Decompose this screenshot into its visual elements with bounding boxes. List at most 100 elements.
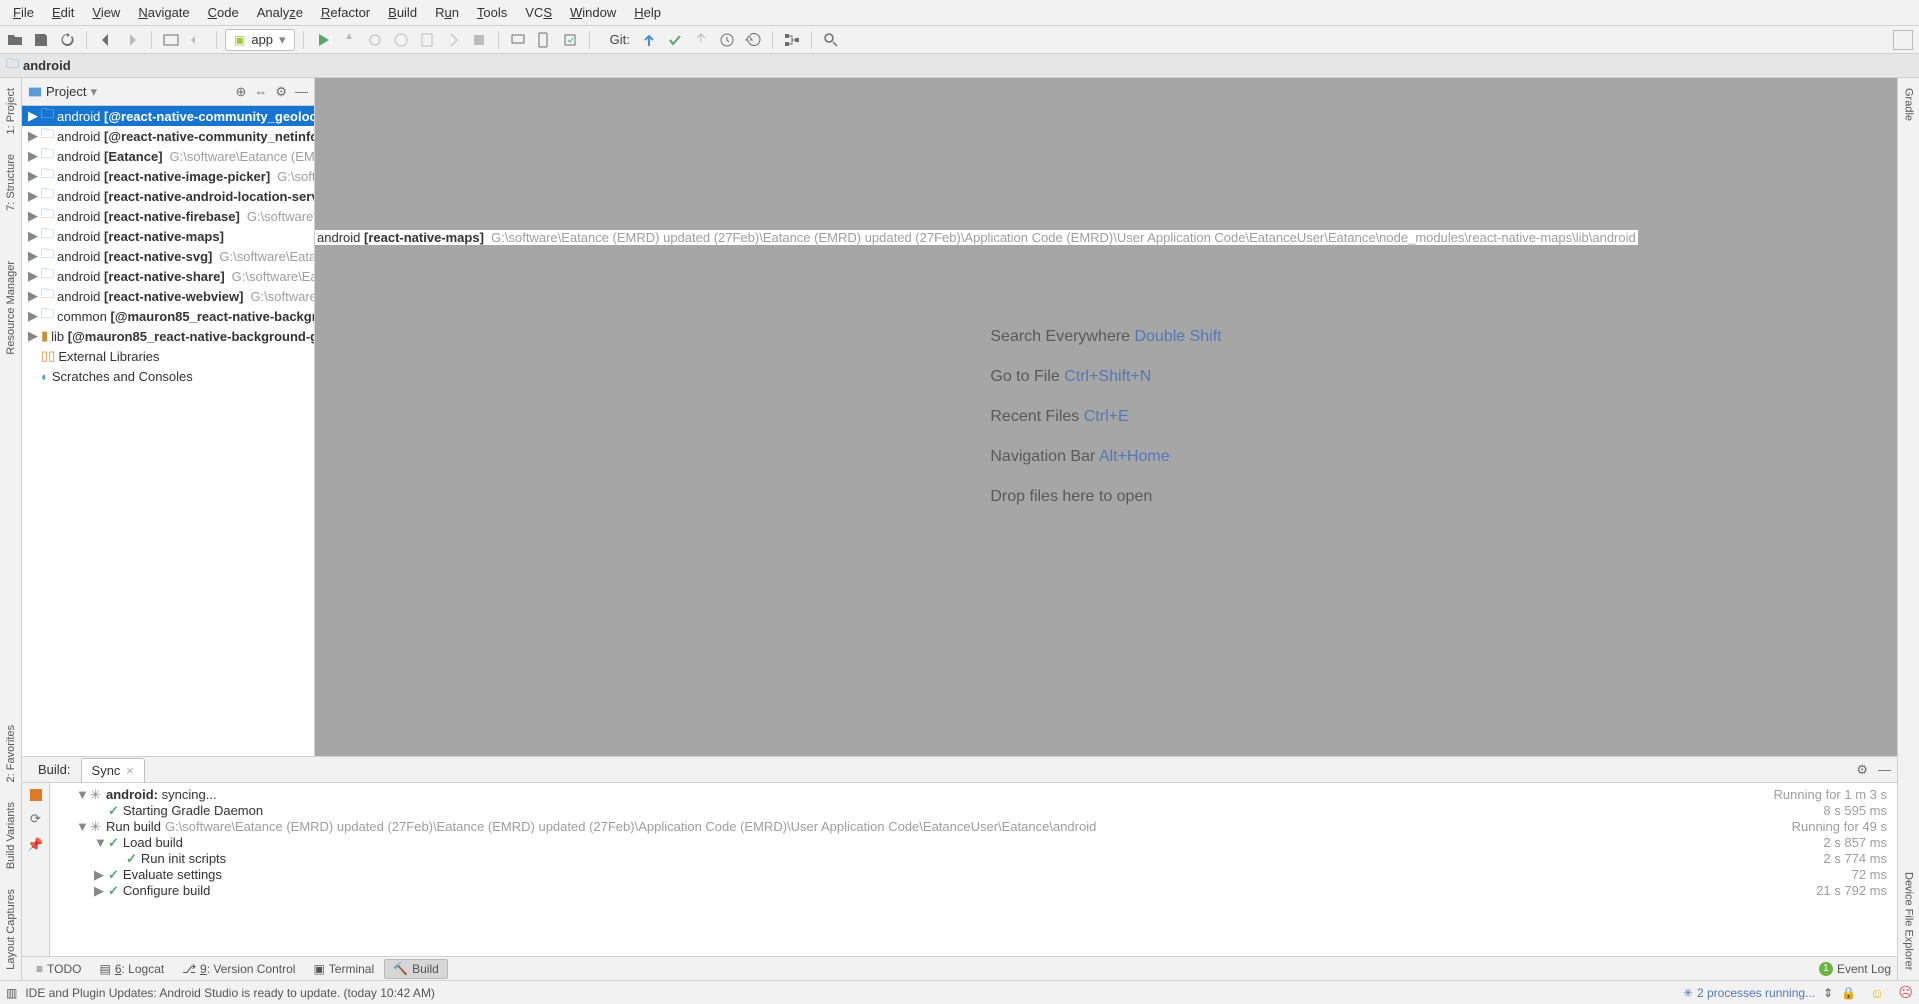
event-log-button[interactable]: 1 Event Log bbox=[1819, 962, 1891, 976]
git-push-icon[interactable] bbox=[690, 29, 712, 51]
expand-arrow-icon[interactable]: ▶ bbox=[28, 128, 38, 144]
build-output-tree[interactable]: ▼✳android: syncing...Running for 1 m 3 s… bbox=[50, 783, 1897, 956]
stop-build-icon[interactable] bbox=[30, 789, 42, 801]
hide-icon[interactable]: — bbox=[1878, 762, 1891, 778]
inspector-warn-icon[interactable]: ☹ bbox=[1898, 984, 1913, 1001]
project-tree-row[interactable]: ▶🗀android [@react-native-community_geolo… bbox=[22, 106, 314, 126]
collapse-icon[interactable]: ⇔ bbox=[254, 84, 267, 100]
status-bar-corner-icon[interactable]: ▥ bbox=[6, 986, 17, 1000]
project-tree-row[interactable]: ▶🗀android [react-native-webview]G:\softw… bbox=[22, 286, 314, 306]
pin-icon[interactable]: 📌 bbox=[27, 837, 43, 853]
expand-arrow-icon[interactable]: ▼ bbox=[76, 787, 86, 803]
project-tree-row[interactable]: ▶🗀android [@react-native-community_netin… bbox=[22, 126, 314, 146]
restart-icon[interactable]: ⟳ bbox=[30, 811, 41, 827]
processes-indicator[interactable]: ✳ 2 processes running... bbox=[1683, 986, 1815, 1000]
expand-arrow-icon[interactable]: ▼ bbox=[76, 819, 86, 835]
expand-arrow-icon[interactable]: ▶ bbox=[28, 148, 38, 164]
build-tab-build[interactable]: Build: bbox=[28, 758, 81, 781]
project-tree-row[interactable]: ▯▯External Libraries bbox=[22, 346, 314, 366]
tool-vcs[interactable]: ⎇9: Version Control bbox=[174, 960, 303, 978]
expand-arrow-icon[interactable]: ▶ bbox=[28, 328, 38, 344]
project-tree-row[interactable]: ▶🗀android [react-native-android-location… bbox=[22, 186, 314, 206]
debug-icon[interactable] bbox=[364, 29, 386, 51]
left-tab-layout-captures[interactable]: Layout Captures bbox=[5, 889, 17, 970]
menu-refactor[interactable]: Refactor bbox=[312, 3, 379, 22]
close-icon[interactable]: × bbox=[126, 763, 134, 778]
avd-icon[interactable] bbox=[507, 29, 529, 51]
menu-window[interactable]: Window bbox=[561, 3, 625, 22]
build-row[interactable]: ▼✳android: syncing... bbox=[56, 787, 1677, 803]
project-tree-row[interactable]: ▶🗀android [react-native-maps] bbox=[22, 226, 314, 246]
left-tab-build-variants[interactable]: Build Variants bbox=[5, 802, 17, 869]
expand-arrow-icon[interactable]: ▶ bbox=[28, 228, 38, 244]
left-tab-favorites[interactable]: 2: Favorites bbox=[5, 725, 17, 782]
build-row[interactable]: ▶✓Configure build bbox=[56, 883, 1677, 899]
layout-icon[interactable] bbox=[160, 29, 182, 51]
run-config-dropdown[interactable]: ▣ app ▾ bbox=[225, 29, 295, 51]
menu-view[interactable]: View bbox=[83, 3, 129, 22]
build-tab-sync[interactable]: Sync × bbox=[81, 758, 145, 782]
project-tree-row[interactable]: ▶🗀android [react-native-firebase]G:\soft… bbox=[22, 206, 314, 226]
project-panel-title[interactable]: Project bbox=[46, 84, 86, 99]
sync-icon[interactable] bbox=[56, 29, 78, 51]
sync-gradle-icon[interactable] bbox=[559, 29, 581, 51]
inspector-ok-icon[interactable]: ☺ bbox=[1870, 985, 1884, 1001]
updown-icon[interactable]: ⇕ bbox=[1823, 986, 1833, 1000]
back-icon[interactable] bbox=[95, 29, 117, 51]
tool-build[interactable]: 🔨Build bbox=[384, 959, 448, 979]
apply-changes-icon[interactable] bbox=[338, 29, 360, 51]
locate-icon[interactable]: ⊕ bbox=[235, 84, 246, 100]
gear-icon[interactable]: ⚙ bbox=[275, 84, 287, 100]
project-tree-row[interactable]: ◐Scratches and Consoles bbox=[22, 366, 314, 386]
git-revert-icon[interactable] bbox=[742, 29, 764, 51]
menu-code[interactable]: Code bbox=[199, 3, 248, 22]
open-icon[interactable] bbox=[4, 29, 26, 51]
profile-icon[interactable] bbox=[390, 29, 412, 51]
left-tab-project[interactable]: 1: Project bbox=[5, 88, 17, 134]
sdk-icon[interactable] bbox=[533, 29, 555, 51]
menu-edit[interactable]: Edit bbox=[43, 3, 83, 22]
menu-file[interactable]: File bbox=[4, 3, 43, 22]
project-tree-row[interactable]: ▶▮lib [@mauron85_react-native-background… bbox=[22, 326, 314, 346]
structure-icon[interactable] bbox=[781, 29, 803, 51]
expand-arrow-icon[interactable]: ▶ bbox=[28, 268, 38, 284]
chevron-down-icon[interactable]: ▾ bbox=[90, 84, 97, 100]
expand-arrow-icon[interactable]: ▶ bbox=[28, 248, 38, 264]
project-tree-row[interactable]: ▶🗀android [Eatance]G:\software\Eatance (… bbox=[22, 146, 314, 166]
build-row[interactable]: ▼✓Load build bbox=[56, 835, 1677, 851]
project-tree-row[interactable]: ▶🗀android [react-native-image-picker]G:\… bbox=[22, 166, 314, 186]
run-icon[interactable] bbox=[312, 29, 334, 51]
expand-arrow-icon[interactable]: ▶ bbox=[28, 308, 38, 324]
project-tree[interactable]: ▶🗀android [@react-native-community_geolo… bbox=[22, 106, 314, 756]
navigation-bar[interactable]: 🗀 android bbox=[0, 54, 1919, 78]
expand-arrow-icon[interactable]: ▶ bbox=[94, 867, 104, 883]
menu-help[interactable]: Help bbox=[625, 3, 670, 22]
lock-icon[interactable]: 🔒 bbox=[1841, 986, 1856, 1000]
menu-analyze[interactable]: Analyze bbox=[248, 3, 312, 22]
build-row[interactable]: ✓Starting Gradle Daemon bbox=[56, 803, 1677, 819]
menu-tools[interactable]: Tools bbox=[468, 3, 516, 22]
expand-arrow-icon[interactable]: ▶ bbox=[28, 288, 38, 304]
expand-arrow-icon[interactable]: ▶ bbox=[28, 188, 38, 204]
git-history-icon[interactable] bbox=[716, 29, 738, 51]
forward-icon[interactable] bbox=[121, 29, 143, 51]
breadcrumb-item[interactable]: android bbox=[23, 58, 71, 73]
menu-vcs[interactable]: VCS bbox=[516, 3, 561, 22]
tool-todo[interactable]: ≡TODO bbox=[28, 960, 89, 978]
menu-navigate[interactable]: Navigate bbox=[129, 3, 198, 22]
expand-arrow-icon[interactable]: ▶ bbox=[28, 208, 38, 224]
menu-build[interactable]: Build bbox=[379, 3, 426, 22]
project-tree-row[interactable]: ▶🗀common [@mauron85_react-native-backgro… bbox=[22, 306, 314, 326]
coverage-icon[interactable] bbox=[416, 29, 438, 51]
project-tree-row[interactable]: ▶🗀android [react-native-svg]G:\software\… bbox=[22, 246, 314, 266]
build-row[interactable]: ▶✓Evaluate settings bbox=[56, 867, 1677, 883]
left-tab-structure[interactable]: 7: Structure bbox=[5, 154, 17, 211]
attach-icon[interactable] bbox=[442, 29, 464, 51]
menu-run[interactable]: Run bbox=[426, 3, 468, 22]
undo-build-icon[interactable] bbox=[186, 29, 208, 51]
expand-arrow-icon[interactable]: ▶ bbox=[28, 168, 38, 184]
gear-icon[interactable]: ⚙ bbox=[1856, 762, 1868, 778]
git-commit-icon[interactable] bbox=[664, 29, 686, 51]
editor-empty-area[interactable]: android [react-native-maps] G:\software\… bbox=[315, 78, 1897, 756]
build-row[interactable]: ✓Run init scripts bbox=[56, 851, 1677, 867]
